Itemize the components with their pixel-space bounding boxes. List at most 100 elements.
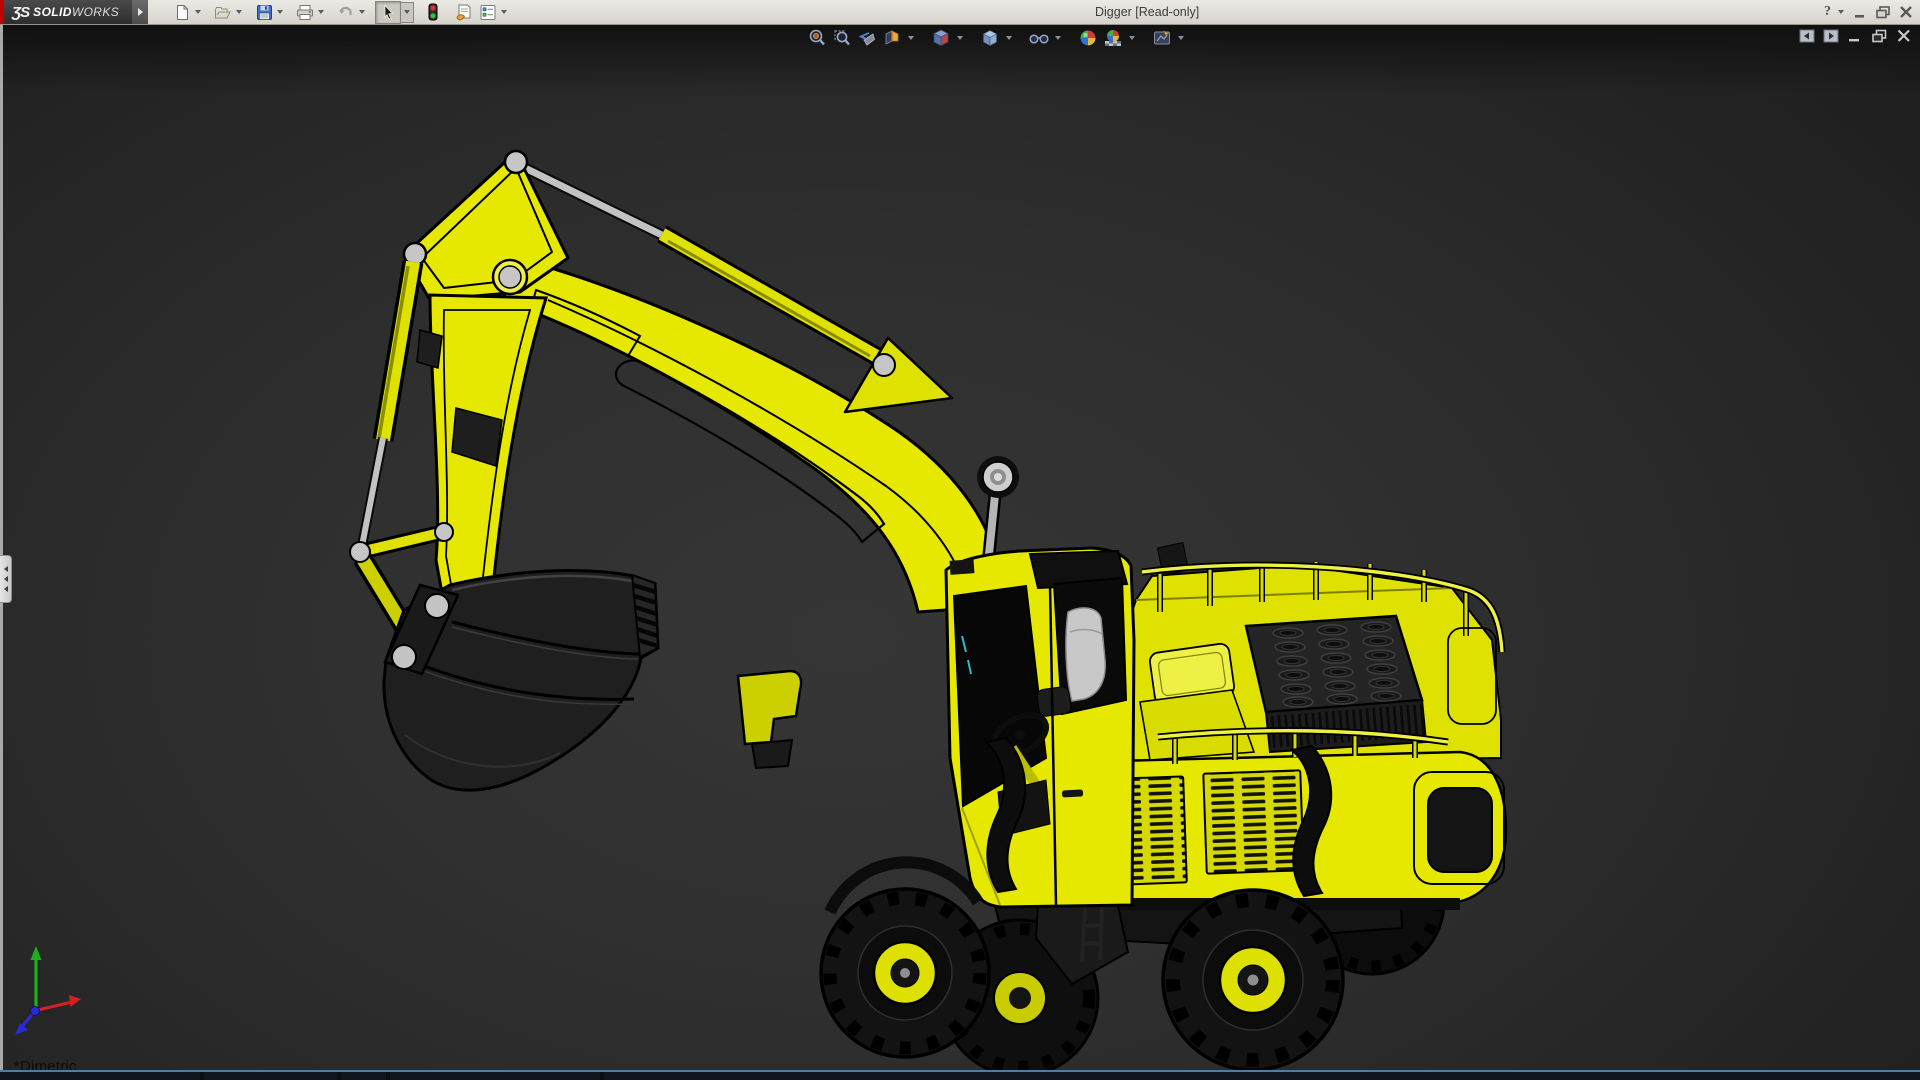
open-dropdown[interactable] — [236, 10, 242, 14]
view-orientation-button[interactable] — [930, 27, 952, 49]
model-grille-right[interactable] — [1203, 770, 1303, 873]
pane-next-button[interactable] — [1823, 29, 1839, 43]
model-wheel-front-near[interactable] — [821, 862, 989, 1057]
triad-x-axis — [69, 995, 81, 1007]
solidworks-window: { "window": { "brand": {"glyph": "ƷS", "… — [0, 0, 1920, 1080]
file-properties-icon — [455, 3, 474, 21]
titlebar[interactable]: ƷS SOLIDWORKS Digger [Read- — [0, 0, 1920, 25]
undo-dropdown[interactable] — [359, 10, 365, 14]
save-floppy-icon — [256, 4, 273, 21]
taskbar-separator — [386, 1072, 390, 1080]
apply-scene-dropdown[interactable] — [1129, 36, 1135, 40]
taskbar-separator — [337, 1072, 341, 1080]
save-button[interactable] — [252, 2, 276, 23]
section-dropdown[interactable] — [908, 36, 914, 40]
brand-bold: SOLID — [33, 5, 72, 19]
chevron-left-icon — [4, 586, 8, 592]
featuremanager-collapsed-tab[interactable] — [0, 555, 12, 603]
viewport-triad — [15, 946, 81, 1035]
model-boom[interactable] — [502, 260, 1000, 612]
previous-view-button[interactable] — [856, 27, 878, 49]
model-tail-panel[interactable] — [1428, 788, 1492, 872]
standard-toolbar — [170, 1, 510, 24]
brand-light: WORKS — [72, 5, 119, 19]
select-button[interactable] — [375, 1, 401, 24]
view-orientation-dropdown[interactable] — [957, 36, 963, 40]
pane-previous-button[interactable] — [1799, 29, 1815, 43]
zoom-fit-icon — [807, 28, 827, 48]
traffic-light-icon — [427, 3, 439, 22]
open-button[interactable] — [211, 2, 235, 23]
doc-minimize-button[interactable] — [1847, 29, 1863, 43]
chevron-left-icon — [4, 566, 8, 572]
print-button[interactable] — [293, 2, 317, 23]
view-settings-dropdown[interactable] — [1178, 36, 1184, 40]
model-boom-assembly[interactable] — [350, 151, 1019, 790]
undo-button[interactable] — [334, 2, 358, 23]
view-settings-button[interactable] — [1151, 27, 1173, 49]
chevron-left-icon — [4, 576, 8, 582]
model-wheel-rear-near[interactable] — [1163, 890, 1343, 1070]
taskbar-sliver[interactable] — [0, 1070, 1920, 1080]
apply-scene-button[interactable] — [1102, 27, 1124, 49]
doc-close-button[interactable] — [1896, 29, 1912, 43]
select-dropdown[interactable] — [401, 2, 414, 23]
options-dropdown[interactable] — [501, 10, 507, 14]
zoom-area-icon — [832, 28, 852, 48]
file-properties-button[interactable] — [452, 2, 476, 23]
triad-z-axis — [15, 1023, 28, 1035]
view-cube-icon — [931, 28, 951, 48]
taskbar-separator — [200, 1072, 204, 1080]
model-bucket[interactable] — [384, 570, 658, 790]
window-title: Digger [Read-only] — [1095, 5, 1199, 19]
model-excavator[interactable] — [0, 24, 1920, 1080]
solidworks-logo-glyph: ƷS — [12, 4, 29, 21]
display-style-icon — [980, 28, 1000, 48]
menu-flyout-button[interactable] — [132, 0, 148, 24]
zoom-to-fit-button[interactable] — [806, 27, 828, 49]
solidworks-logo: ƷS SOLIDWORKS — [0, 0, 132, 24]
model-bucket-cylinder-rod[interactable] — [361, 438, 383, 551]
restore-button[interactable] — [1875, 5, 1892, 19]
print-dropdown[interactable] — [318, 10, 324, 14]
taskbar-separator — [600, 1072, 604, 1080]
help-button[interactable]: ? — [1824, 4, 1831, 20]
options-list-icon — [479, 4, 497, 21]
headsup-view-toolbar — [806, 27, 1186, 49]
display-style-button[interactable] — [979, 27, 1001, 49]
new-button[interactable] — [170, 2, 194, 23]
options-button[interactable] — [476, 2, 500, 23]
section-view-button[interactable] — [881, 27, 903, 49]
minimize-button[interactable] — [1853, 5, 1869, 19]
graphics-viewport[interactable]: *Dimetric — [0, 24, 1920, 1080]
triad-y-axis — [31, 946, 42, 960]
printer-icon — [296, 4, 314, 21]
undo-arrow-icon — [337, 4, 355, 21]
edit-appearance-button[interactable] — [1077, 27, 1099, 49]
doc-restore-button[interactable] — [1871, 29, 1888, 43]
eyeglasses-icon — [1028, 28, 1050, 48]
close-button[interactable] — [1898, 5, 1914, 19]
view-settings-icon — [1152, 28, 1172, 48]
rebuild-button[interactable] — [421, 2, 445, 23]
hide-show-dropdown[interactable] — [1055, 36, 1061, 40]
open-folder-icon — [214, 4, 232, 21]
zoom-to-area-button[interactable] — [831, 27, 853, 49]
select-cursor-icon — [381, 4, 396, 21]
save-dropdown[interactable] — [277, 10, 283, 14]
titlebar-window-controls: ? — [1824, 0, 1914, 24]
help-dropdown[interactable] — [1838, 10, 1844, 14]
hide-show-items-button[interactable] — [1028, 27, 1050, 49]
new-document-icon — [174, 4, 191, 21]
panel-edge-line — [0, 24, 3, 1080]
arrow-right-icon — [138, 8, 143, 16]
previous-view-icon — [857, 28, 877, 48]
scene-ball-icon — [1103, 28, 1123, 48]
document-window-controls — [1799, 29, 1912, 43]
new-dropdown[interactable] — [195, 10, 201, 14]
model-front-fender[interactable] — [738, 671, 801, 768]
model-seat — [1066, 608, 1105, 701]
model-stick[interactable] — [417, 295, 546, 604]
appearance-ball-icon — [1078, 28, 1098, 48]
display-style-dropdown[interactable] — [1006, 36, 1012, 40]
